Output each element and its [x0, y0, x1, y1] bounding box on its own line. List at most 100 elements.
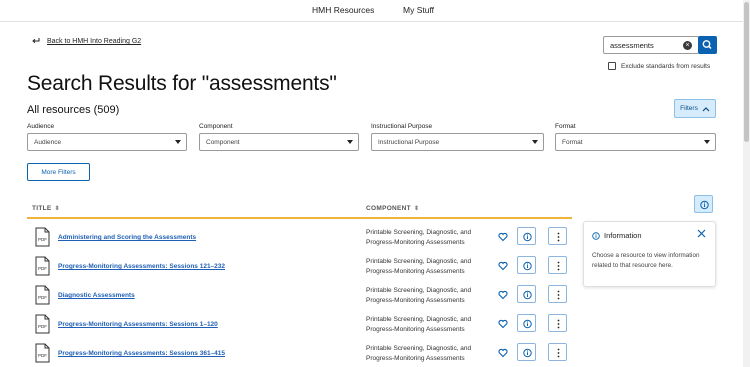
kebab-menu-icon [557, 261, 560, 271]
nav-hmh-resources[interactable]: HMH Resources [312, 5, 374, 15]
exclude-standards-label: Exclude standards from results [621, 62, 711, 70]
info-icon [592, 231, 600, 240]
component-line: Printable Screening, Diagnostic, and [366, 287, 472, 294]
row-more-options-button[interactable] [548, 343, 567, 361]
info-icon [523, 319, 532, 329]
heart-icon[interactable] [498, 348, 508, 358]
component-line: Progress-Monitoring Assessments [366, 239, 465, 246]
filter-instructional-purpose-label: Instructional Purpose [371, 123, 433, 130]
kebab-menu-icon [557, 232, 560, 242]
exclude-standards-checkbox[interactable] [608, 62, 616, 70]
kebab-menu-icon [557, 348, 560, 358]
pdf-label: PDF [38, 295, 47, 300]
pdf-icon: PDF [35, 285, 50, 305]
row-more-options-button[interactable] [548, 256, 567, 274]
table-row: PDF Diagnostic Assessments Printable Scr… [27, 285, 572, 314]
resource-title-link[interactable]: Administering and Scoring the Assessment… [58, 234, 196, 241]
resource-title-link[interactable]: Diagnostic Assessments [58, 292, 135, 299]
heart-icon[interactable] [498, 261, 508, 271]
table-row: PDF Progress-Monitoring Assessments: Ses… [27, 256, 572, 285]
info-icon [523, 348, 532, 358]
resource-component: Printable Screening, Diagnostic, and Pro… [366, 228, 491, 248]
filter-component-label: Component [199, 123, 233, 130]
row-info-button[interactable] [517, 285, 536, 303]
resource-title-link[interactable]: Progress-Monitoring Assessments: Session… [58, 321, 218, 328]
info-icon [523, 261, 532, 271]
resource-component: Printable Screening, Diagnostic, and Pro… [366, 344, 491, 364]
instructional-purpose-select-value: Instructional Purpose [378, 139, 440, 146]
component-line: Printable Screening, Diagnostic, and [366, 258, 472, 265]
filter-audience: Audience Audience [27, 123, 187, 151]
search-input[interactable] [610, 40, 682, 51]
pdf-label: PDF [38, 324, 47, 329]
column-header-title[interactable]: TITLE ⬍ [32, 205, 60, 212]
filters-button-label: Filters [680, 105, 698, 112]
filter-format-label: Format [555, 123, 576, 130]
nav-my-stuff[interactable]: My Stuff [403, 5, 434, 15]
clear-icon[interactable]: × [683, 41, 692, 50]
top-nav: HMH Resources My Stuff [0, 0, 750, 22]
resource-title-link[interactable]: Progress-Monitoring Assessments: Session… [58, 263, 225, 270]
instructional-purpose-select[interactable]: Instructional Purpose [371, 133, 544, 151]
filter-format: Format Format [555, 123, 716, 151]
format-select[interactable]: Format [555, 133, 716, 151]
results-table-header: TITLE ⬍ COMPONENT ⬍ [27, 200, 572, 219]
component-line: Progress-Monitoring Assessments [366, 355, 465, 362]
component-line: Printable Screening, Diagnostic, and [366, 316, 472, 323]
row-info-button[interactable] [517, 343, 536, 361]
component-select-value: Component [206, 139, 240, 146]
search-box: × [603, 36, 699, 54]
resource-component: Printable Screening, Diagnostic, and Pro… [366, 315, 491, 335]
table-row: PDF Administering and Scoring the Assess… [27, 227, 572, 256]
resource-component: Printable Screening, Diagnostic, and Pro… [366, 286, 491, 306]
audience-select-value: Audience [34, 139, 62, 146]
information-panel: Information Choose a resource to view in… [583, 221, 716, 287]
row-info-button[interactable] [517, 227, 536, 245]
kebab-menu-icon [557, 290, 560, 300]
table-row: PDF Progress-Monitoring Assessments: Ses… [27, 343, 572, 367]
table-row: PDF Progress-Monitoring Assessments: Ses… [27, 314, 572, 343]
row-more-options-button[interactable] [548, 227, 567, 245]
caret-down-icon [532, 140, 538, 144]
column-header-component[interactable]: COMPONENT ⬍ [366, 205, 419, 212]
information-panel-title: Information [604, 231, 642, 240]
close-icon[interactable] [697, 229, 706, 238]
page-scrollbar[interactable] [743, 0, 750, 367]
row-more-options-button[interactable] [548, 314, 567, 332]
resource-component: Printable Screening, Diagnostic, and Pro… [366, 257, 491, 277]
results-count: All resources (509) [27, 104, 120, 116]
component-line: Progress-Monitoring Assessments [366, 297, 465, 304]
row-info-button[interactable] [517, 314, 536, 332]
back-link[interactable]: Back to HMH Into Reading G2 [32, 37, 141, 46]
caret-down-icon [704, 140, 710, 144]
row-more-options-button[interactable] [548, 285, 567, 303]
row-info-button[interactable] [517, 256, 536, 274]
info-icon [700, 200, 709, 210]
sort-icon: ⬍ [413, 206, 420, 212]
filter-component: Component Component [199, 123, 359, 151]
pdf-icon: PDF [35, 227, 50, 247]
filters-toggle-button[interactable]: Filters [674, 99, 716, 118]
filter-audience-label: Audience [27, 123, 55, 130]
filter-instructional-purpose: Instructional Purpose Instructional Purp… [371, 123, 544, 151]
exclude-standards: Exclude standards from results [608, 62, 710, 70]
column-title-label: TITLE [32, 205, 52, 212]
more-filters-button[interactable]: More Filters [27, 163, 90, 181]
info-icon [523, 290, 532, 300]
resource-title-link[interactable]: Progress-Monitoring Assessments: Session… [58, 350, 225, 357]
component-line: Progress-Monitoring Assessments [366, 326, 465, 333]
heart-icon[interactable] [498, 319, 508, 329]
pdf-icon: PDF [35, 343, 50, 363]
caret-down-icon [347, 140, 353, 144]
search-button[interactable] [698, 36, 717, 54]
scrollbar-thumb[interactable] [744, 2, 749, 142]
caret-down-icon [175, 140, 181, 144]
heart-icon[interactable] [498, 290, 508, 300]
audience-select[interactable]: Audience [27, 133, 187, 151]
component-select[interactable]: Component [199, 133, 359, 151]
heart-icon[interactable] [498, 232, 508, 242]
info-icon [523, 232, 532, 242]
back-arrow-icon [32, 37, 40, 46]
info-panel-toggle-button[interactable] [694, 195, 713, 213]
search-icon [702, 40, 712, 50]
